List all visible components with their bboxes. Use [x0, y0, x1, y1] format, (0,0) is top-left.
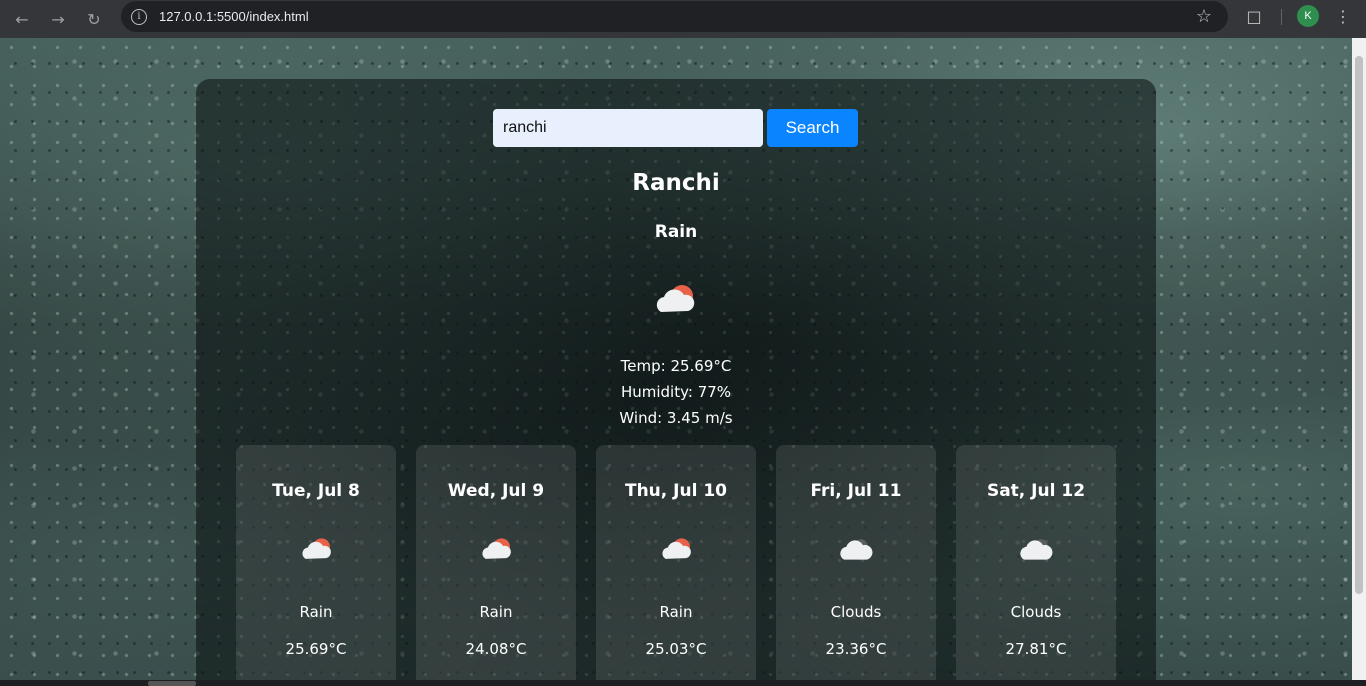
forecast-condition: Rain	[299, 603, 333, 621]
forecast-temp: 25.03°C	[645, 640, 707, 658]
site-info-icon[interactable]: i	[131, 8, 147, 25]
forecast-temp: 23.36°C	[825, 640, 887, 658]
city-name: Ranchi	[632, 170, 720, 196]
current-stats: Temp: 25.69°C Humidity: 77% Wind: 3.45 m…	[196, 353, 1156, 431]
city-search-input[interactable]	[493, 109, 763, 147]
forecast-date: Fri, Jul 11	[810, 481, 902, 501]
forecast-card: Thu, Jul 10 Rain 25.03°C	[596, 445, 756, 686]
forecast-condition: Rain	[659, 603, 693, 621]
search-button[interactable]: Search	[767, 109, 858, 147]
search-bar: Search	[493, 109, 858, 147]
forecast-list: Tue, Jul 8 Rain 25.69°C Wed, Jul 9 Rain …	[236, 445, 1116, 686]
cloud-sun-icon	[662, 538, 691, 559]
current-condition: Rain	[654, 222, 698, 242]
forecast-temp: 24.08°C	[465, 640, 527, 658]
profile-avatar[interactable]: K	[1297, 5, 1319, 27]
extensions-puzzle-icon[interactable]: □	[1243, 5, 1265, 27]
forecast-temp: 27.81°C	[1005, 640, 1067, 658]
address-bar[interactable]: i 127.0.0.1:5500/index.html ☆	[121, 1, 1228, 32]
forecast-card: Tue, Jul 8 Rain 25.69°C	[236, 445, 396, 686]
cloud-sun-icon	[302, 538, 331, 559]
cloud-icon	[840, 539, 873, 560]
bookmark-star-icon[interactable]: ☆	[1196, 6, 1212, 27]
forecast-card: Sat, Jul 12 Clouds 27.81°C	[956, 445, 1116, 686]
address-url[interactable]: 127.0.0.1:5500/index.html	[159, 9, 309, 24]
toolbar-divider	[1281, 9, 1282, 25]
cloud-icon	[1020, 539, 1053, 560]
forecast-date: Tue, Jul 8	[272, 481, 360, 501]
forecast-card: Wed, Jul 9 Rain 24.08°C	[416, 445, 576, 686]
reload-icon[interactable]: ↻	[76, 4, 112, 34]
horizontal-scrollbar-thumb[interactable]	[148, 681, 196, 686]
forecast-date: Thu, Jul 10	[624, 481, 727, 501]
browser-toolbar: ← → ↻ i 127.0.0.1:5500/index.html ☆ □ K …	[0, 0, 1366, 38]
cloud-sun-icon	[482, 538, 511, 559]
humidity-text: Humidity: 77%	[620, 383, 732, 401]
forecast-condition: Clouds	[1010, 603, 1062, 621]
forecast-condition: Clouds	[830, 603, 882, 621]
forecast-date: Wed, Jul 9	[447, 481, 545, 501]
forecast-card: Fri, Jul 11 Clouds 23.36°C	[776, 445, 936, 686]
forward-arrow-icon[interactable]: →	[40, 4, 76, 34]
forecast-temp: 25.69°C	[285, 640, 347, 658]
horizontal-scrollbar[interactable]	[0, 680, 1366, 686]
back-arrow-icon[interactable]: ←	[4, 4, 40, 34]
weather-card: Search Ranchi Rain Temp: 25.69°C Humidit…	[196, 79, 1156, 686]
forecast-date: Sat, Jul 12	[986, 481, 1086, 501]
browser-menu-icon[interactable]: ⋮	[1335, 4, 1351, 28]
temperature-text: Temp: 25.69°C	[620, 357, 732, 375]
scrollbar-thumb[interactable]	[1355, 56, 1363, 594]
cloud-sun-icon	[656, 285, 695, 312]
wind-text: Wind: 3.45 m/s	[619, 409, 733, 427]
forecast-condition: Rain	[479, 603, 513, 621]
